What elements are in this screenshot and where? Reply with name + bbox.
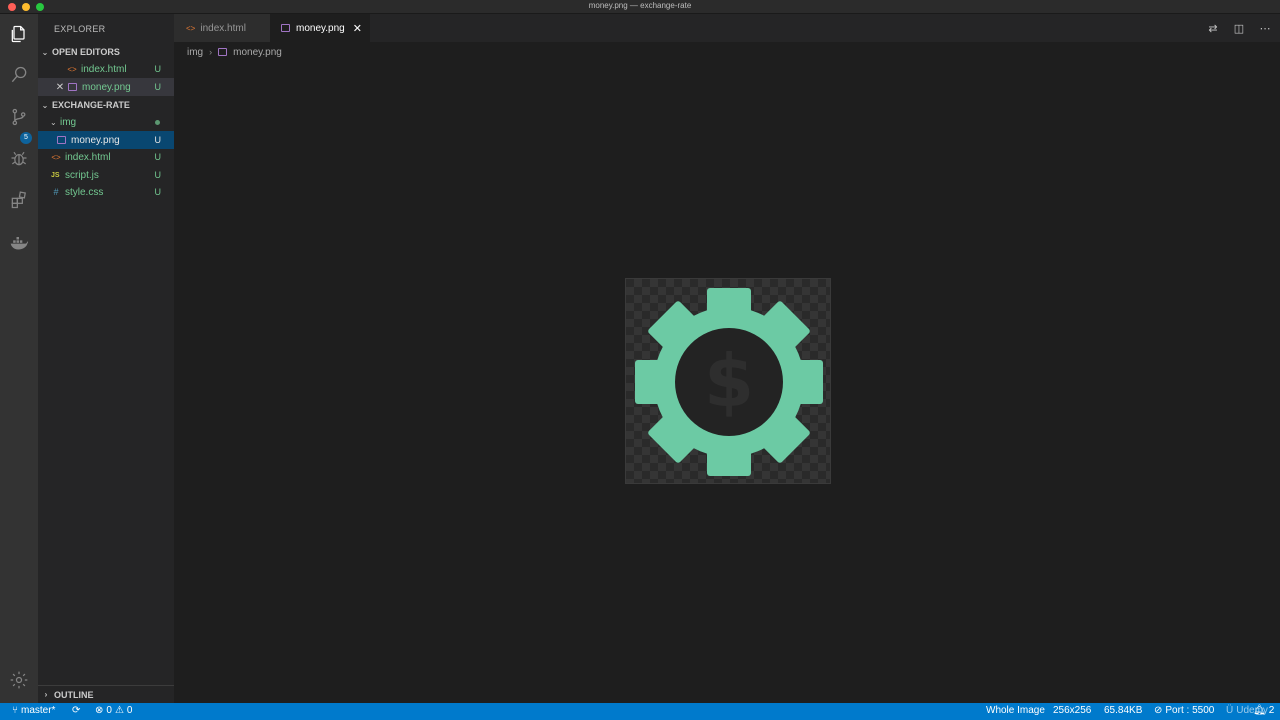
css-file-icon: # — [53, 187, 59, 197]
explorer-sidebar: EXPLORER ⌄ OPEN EDITORS <> index.html U … — [38, 14, 174, 703]
activity-bar: 5 — [0, 14, 38, 703]
files-icon[interactable] — [7, 22, 31, 46]
open-editor-label: index.html — [81, 63, 127, 75]
window-title: money.png — exchange-rate — [588, 1, 692, 10]
udemy-logo-icon: Ü — [1226, 705, 1234, 716]
git-status-badge: U — [154, 152, 162, 162]
image-dimensions: 256x256 — [1053, 705, 1092, 716]
file-item-style-css[interactable]: # style.css U — [38, 183, 174, 201]
file-size: 65.84KB — [1104, 705, 1143, 716]
git-status-badge: U — [154, 135, 162, 145]
source-control-badge: 5 — [20, 132, 32, 144]
settings-gear-icon[interactable] — [7, 668, 31, 692]
editor-tab-bar: <> index.html money.png ✕ ⇄ ◫ ⋯ — [174, 14, 1280, 42]
chevron-right-icon: › — [209, 47, 213, 57]
image-mode[interactable]: Whole Image — [986, 705, 1045, 716]
close-icon[interactable]: ✕ — [54, 82, 66, 93]
html-file-icon: <> — [51, 152, 61, 162]
chevron-right-icon: › — [44, 690, 48, 699]
image-file-icon — [68, 83, 77, 91]
outline-label: OUTLINE — [54, 689, 94, 700]
html-file-icon: <> — [67, 64, 77, 74]
file-label: money.png — [71, 134, 120, 146]
open-editors-section[interactable]: ⌄ OPEN EDITORS — [38, 43, 174, 61]
git-status-badge: U — [154, 170, 162, 180]
image-file-icon — [281, 24, 290, 32]
docker-icon[interactable] — [7, 230, 31, 254]
explorer-title: EXPLORER — [54, 24, 106, 34]
source-control-icon[interactable] — [7, 105, 31, 129]
folder-label: img — [60, 116, 77, 128]
open-editors-label: OPEN EDITORS — [52, 47, 120, 57]
notifications-indicator[interactable]: 🔔︎ 2 — [1253, 705, 1274, 716]
open-editor-item-index-html[interactable]: <> index.html U — [38, 60, 174, 78]
dollar-sign: $ — [704, 339, 754, 423]
image-preview[interactable]: $ — [625, 278, 831, 484]
split-editor-icon[interactable]: ◫ — [1232, 21, 1246, 35]
close-icon[interactable]: ✕ — [353, 22, 362, 35]
git-status-badge: U — [154, 64, 162, 74]
search-icon[interactable] — [7, 63, 31, 87]
port-label: Port : 5500 — [1165, 705, 1215, 716]
file-item-money-png[interactable]: money.png U — [38, 131, 174, 149]
git-status-badge: U — [154, 82, 162, 92]
tab-label: index.html — [200, 22, 246, 34]
html-file-icon: <> — [186, 23, 196, 33]
chevron-down-icon: ⌄ — [41, 47, 49, 57]
editor-actions: ⇄ ◫ ⋯ — [1206, 21, 1272, 35]
sync-icon[interactable]: ⟳ — [72, 705, 80, 716]
status-bar: ⑂ master* ⟳ ⊗ 0 ⚠ 0 Whole Image 256x256 … — [0, 703, 1280, 720]
warning-count: 0 — [126, 705, 133, 716]
file-label: index.html — [65, 151, 111, 163]
compare-changes-icon[interactable]: ⇄ — [1206, 21, 1220, 35]
notification-count: 2 — [1268, 705, 1275, 716]
live-server-port[interactable]: ⊘ Port : 5500 — [1154, 705, 1214, 716]
more-actions-icon[interactable]: ⋯ — [1258, 21, 1272, 35]
bell-icon: 🔔︎ — [1253, 705, 1266, 716]
folder-item-img[interactable]: ⌄ img — [38, 113, 174, 131]
error-icon: ⊗ — [95, 705, 104, 716]
debug-icon[interactable] — [7, 146, 31, 170]
git-status-badge: U — [154, 187, 162, 197]
breadcrumb-file[interactable]: money.png — [233, 47, 282, 58]
open-editor-label: money.png — [82, 81, 131, 93]
image-file-icon — [57, 136, 66, 144]
tab-label: money.png — [296, 22, 345, 34]
prohibited-icon: ⊘ — [1154, 705, 1163, 716]
project-section[interactable]: ⌄ EXCHANGE-RATE — [38, 96, 174, 114]
js-file-icon: JS — [51, 171, 60, 179]
outline-section[interactable]: › OUTLINE — [38, 685, 174, 703]
git-branch-icon: ⑂ — [12, 705, 18, 716]
title-bar: money.png — exchange-rate — [0, 0, 1280, 14]
file-label: style.css — [65, 186, 104, 198]
money-gear-image: $ — [635, 288, 823, 476]
image-file-icon — [218, 48, 228, 56]
breadcrumb-folder[interactable]: img — [187, 47, 203, 58]
project-label: EXCHANGE-RATE — [52, 100, 130, 110]
problems-indicator[interactable]: ⊗ 0 ⚠ 0 — [95, 705, 132, 716]
warning-icon: ⚠ — [114, 705, 124, 716]
breadcrumb: img › money.png — [187, 44, 282, 60]
file-item-script-js[interactable]: JS script.js U — [38, 166, 174, 184]
modified-dot-icon — [155, 119, 160, 125]
extensions-icon[interactable] — [7, 188, 31, 212]
branch-name: master* — [21, 705, 56, 716]
open-editor-item-money-png[interactable]: ✕ money.png U — [38, 78, 174, 96]
chevron-down-icon: ⌄ — [50, 117, 57, 127]
file-item-index-html[interactable]: <> index.html U — [38, 148, 174, 166]
branch-indicator[interactable]: ⑂ master* — [12, 705, 55, 716]
error-count: 0 — [106, 705, 112, 716]
tab-index-html[interactable]: <> index.html — [174, 14, 270, 42]
file-label: script.js — [65, 169, 99, 181]
tab-money-png[interactable]: money.png ✕ — [270, 14, 370, 42]
chevron-down-icon: ⌄ — [41, 100, 49, 110]
